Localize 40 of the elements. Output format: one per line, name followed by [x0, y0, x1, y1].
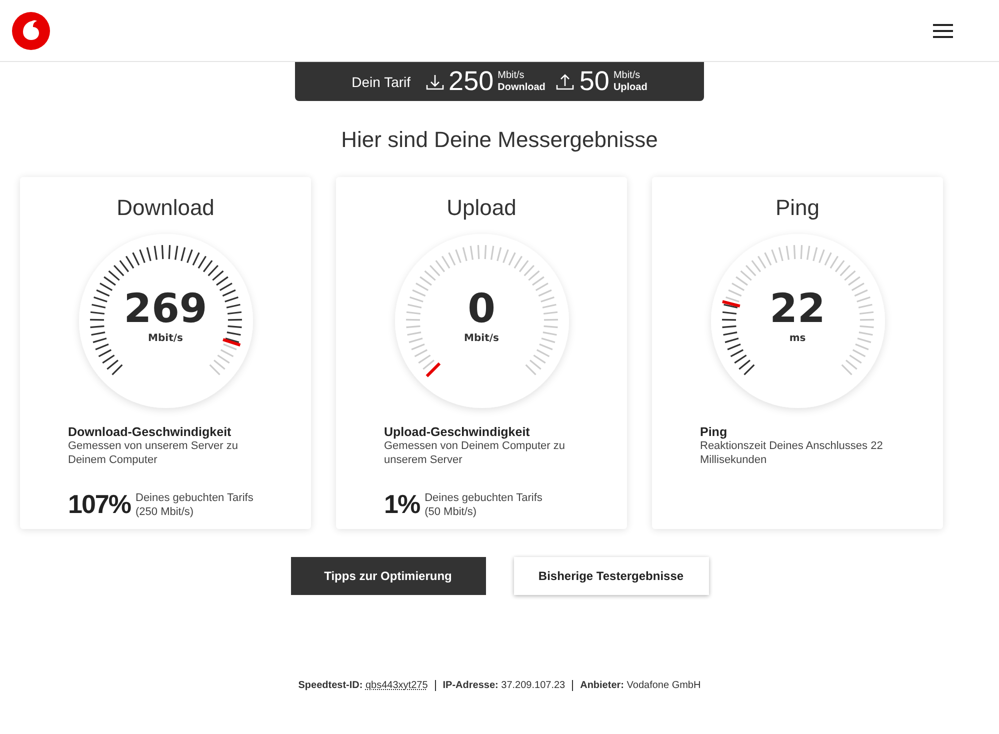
result-description: Reaktionszeit Deines Anschlusses 22 Millisekunden: [700, 439, 884, 467]
percent-label: Deines gebuchten Tarifs: [136, 490, 254, 504]
speedtest-id-link[interactable]: qbs443xyt275: [366, 680, 428, 691]
tariff-label: Dein Tarif: [352, 74, 411, 90]
result-subtitle: Ping: [700, 425, 728, 439]
result-subtitle: Download-Geschwindigkeit: [68, 425, 232, 439]
result-subtitle: Upload-Geschwindigkeit: [384, 425, 531, 439]
footer-label: IP-Adresse:: [442, 680, 498, 691]
card-title: Download: [116, 195, 214, 221]
tips-button[interactable]: Tipps zur Optimierung: [290, 557, 486, 595]
logo-icon[interactable]: [12, 12, 50, 50]
card-title: Ping: [775, 195, 820, 221]
tariff-speed: 50: [579, 66, 610, 97]
speed-caption: Download: [498, 82, 546, 94]
percent-label: Deines gebuchten Tarifs: [424, 490, 542, 504]
percent-detail: (50 Mbit/s): [424, 504, 478, 518]
tariff-percent: 1%: [384, 489, 420, 520]
speed-unit: Mbit/s: [498, 70, 526, 82]
upload-icon: [555, 72, 576, 92]
tariff-speed: 250: [448, 66, 494, 97]
percent-detail: (250 Mbit/s): [136, 504, 195, 518]
gauge-value: 22: [768, 287, 826, 331]
gauge-unit: ms: [789, 333, 806, 344]
menu-icon[interactable]: [933, 22, 953, 38]
gauge-value: 0: [466, 287, 496, 331]
gauge-unit: Mbit/s: [464, 333, 499, 344]
speed-caption: Upload: [613, 82, 648, 94]
footer-value: 37.209.107.23: [501, 680, 566, 691]
footer-label: Speedtest-ID:: [298, 680, 363, 691]
history-button[interactable]: Bisherige Testergebnisse: [514, 557, 708, 595]
result-description: Gemessen von Deinem Computer zu unserem Server: [384, 439, 566, 467]
page-heading: Hier sind Deine Messergebnisse: [340, 127, 659, 153]
speed-unit: Mbit/s: [613, 70, 642, 82]
gauge-value: 269: [122, 287, 208, 331]
footer-label: Anbieter:: [580, 680, 624, 691]
gauge-unit: Mbit/s: [148, 333, 183, 344]
footer-value: Vodafone GmbH: [626, 680, 701, 691]
result-description: Gemessen von unserem Server zu Deinem Computer: [68, 439, 239, 467]
card-title: Upload: [446, 195, 516, 221]
tariff-percent: 107%: [68, 489, 130, 520]
